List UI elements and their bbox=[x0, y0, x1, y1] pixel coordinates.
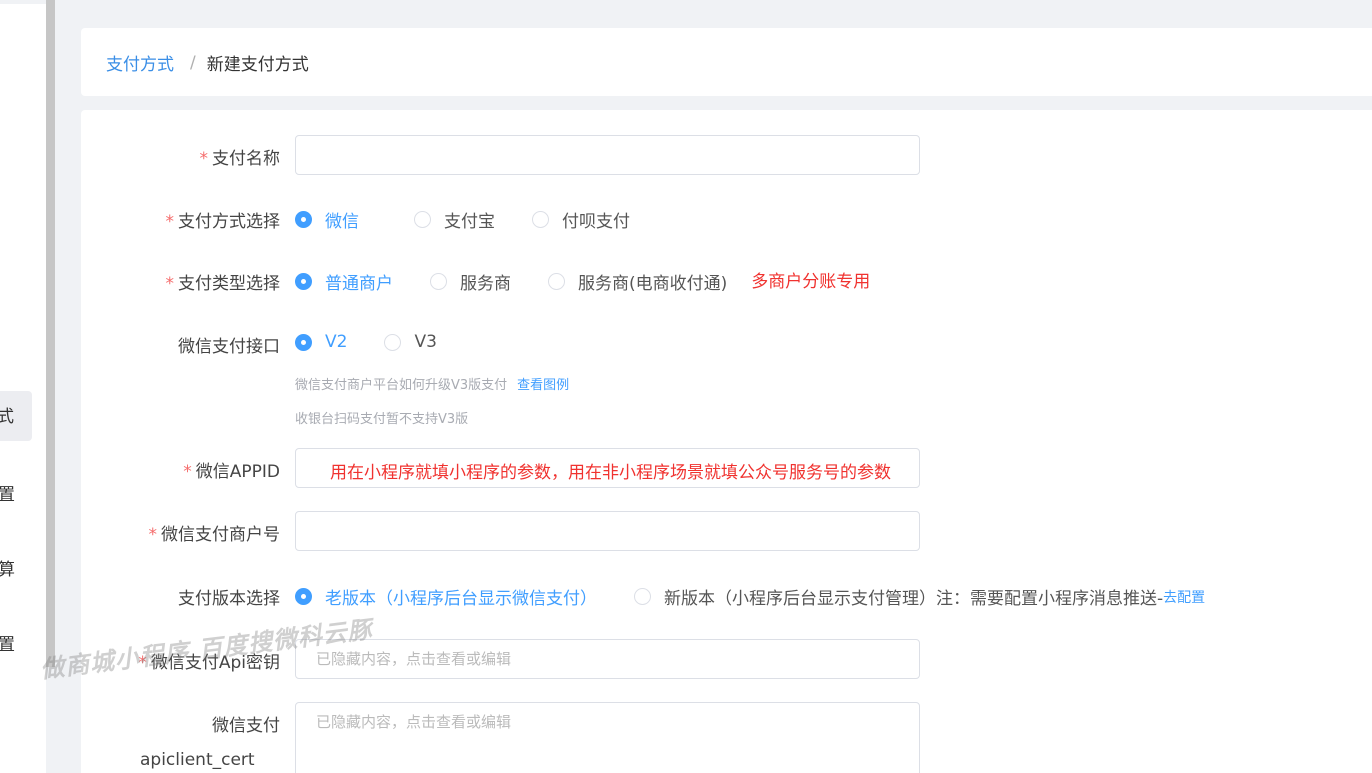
radio-new-version[interactable]: 新版本（小程序后台显示支付管理） bbox=[634, 584, 936, 609]
required-mark: * bbox=[199, 149, 209, 169]
breadcrumb-current: 新建支付方式 bbox=[206, 55, 309, 75]
breadcrumb-card: 支付方式 / 新建支付方式 bbox=[81, 28, 1372, 96]
radio-fubei[interactable]: 付呗支付 bbox=[532, 207, 630, 232]
pay-method-label: * 支付方式选择 bbox=[165, 212, 281, 232]
radio-dot bbox=[295, 333, 312, 351]
pay-type-label: * 支付类型选择 bbox=[165, 274, 281, 294]
wx-api-hint-upgrade: 微信支付商户平台如何升级V3版支付 查看图例 bbox=[295, 378, 570, 393]
radio-alipay[interactable]: 支付宝 bbox=[414, 207, 495, 232]
sidebar-item-settings[interactable]: 置 bbox=[0, 480, 30, 505]
pay-version-label: 支付版本选择 bbox=[178, 589, 280, 609]
view-example-link[interactable]: 查看图例 bbox=[517, 378, 569, 393]
sidebar-item-label: 算 bbox=[0, 560, 15, 580]
radio-dot bbox=[634, 588, 651, 605]
api-key-input[interactable]: 已隐藏内容，点击查看或编辑 bbox=[295, 639, 920, 679]
sidebar-item-label: 置 bbox=[0, 635, 15, 655]
radio-v2[interactable]: V2 bbox=[295, 332, 347, 352]
sidebar-topline bbox=[0, 0, 46, 4]
wx-appid-overlay-note: 用在小程序就填小程序的参数，用在非小程序场景就填公众号服务号的参数 bbox=[330, 463, 891, 483]
cert-label-cut: apiclient_cert bbox=[140, 750, 255, 770]
radio-dot bbox=[430, 273, 447, 290]
breadcrumb: 支付方式 / 新建支付方式 bbox=[106, 50, 309, 76]
wx-mchid-input[interactable] bbox=[295, 511, 920, 551]
radio-normal-merchant[interactable]: 普通商户 bbox=[295, 269, 393, 294]
radio-dot bbox=[295, 273, 312, 290]
required-mark: * bbox=[165, 212, 175, 232]
radio-old-version[interactable]: 老版本（小程序后台显示微信支付） bbox=[295, 584, 597, 609]
radio-dot bbox=[414, 211, 431, 228]
radio-v3[interactable]: V3 bbox=[384, 332, 437, 352]
breadcrumb-link-payment-methods[interactable]: 支付方式 bbox=[106, 50, 174, 75]
radio-dot bbox=[548, 273, 565, 290]
sidebar-item-label: 式 bbox=[0, 407, 14, 427]
radio-service-provider-ecommerce[interactable]: 服务商(电商收付通) bbox=[548, 269, 727, 294]
wx-api-radio-group: V2 V3 bbox=[295, 332, 437, 352]
pay-type-radio-group: 普通商户 服务商 服务商(电商收付通) 多商户分账专用 bbox=[295, 269, 870, 294]
pay-type-note: 多商户分账专用 bbox=[751, 272, 871, 292]
configure-link[interactable]: 去配置 bbox=[1163, 587, 1205, 607]
sidebar-item-label: 置 bbox=[0, 485, 15, 505]
wx-api-hint-v3: 收银台扫码支付暂不支持V3版 bbox=[295, 412, 469, 427]
wx-api-label: 微信支付接口 bbox=[178, 337, 280, 357]
sidebar-item-settlement[interactable]: 算 bbox=[0, 555, 30, 580]
sidebar-item-config[interactable]: 置 bbox=[0, 630, 30, 655]
required-mark: * bbox=[148, 525, 158, 545]
required-mark: * bbox=[183, 462, 192, 482]
radio-dot bbox=[532, 211, 549, 228]
wx-mchid-label: * 微信支付商户号 bbox=[148, 525, 281, 545]
required-mark: * bbox=[165, 274, 175, 294]
pay-version-note: 注：需要配置小程序消息推送- bbox=[936, 589, 1164, 609]
pay-name-label: * 支付名称 bbox=[199, 149, 281, 169]
pay-version-radio-group: 老版本（小程序后台显示微信支付） 新版本（小程序后台显示支付管理） 注：需要配置… bbox=[295, 584, 1205, 609]
pay-name-input[interactable] bbox=[295, 135, 920, 175]
wx-appid-label: * 微信APPID bbox=[183, 462, 280, 482]
sidebar-scrollbar[interactable] bbox=[46, 0, 55, 667]
payment-form: * 支付名称 * 支付方式选择 微信 支付宝 付呗支付 * 支付类型选择 普通商户 服… bbox=[81, 110, 1372, 773]
breadcrumb-separator: / bbox=[190, 52, 196, 73]
radio-dot bbox=[384, 333, 402, 351]
cert-textarea[interactable]: 已隐藏内容，点击查看或编辑 bbox=[295, 702, 920, 773]
radio-dot bbox=[295, 211, 312, 228]
pay-method-radio-group: 微信 支付宝 付呗支付 bbox=[295, 207, 630, 232]
radio-service-provider[interactable]: 服务商 bbox=[430, 269, 511, 294]
sidebar-item-payment-method[interactable]: 式 bbox=[0, 391, 32, 441]
radio-dot bbox=[295, 588, 312, 605]
radio-wechat[interactable]: 微信 bbox=[295, 207, 359, 232]
cert-label: 微信支付 bbox=[212, 716, 280, 736]
